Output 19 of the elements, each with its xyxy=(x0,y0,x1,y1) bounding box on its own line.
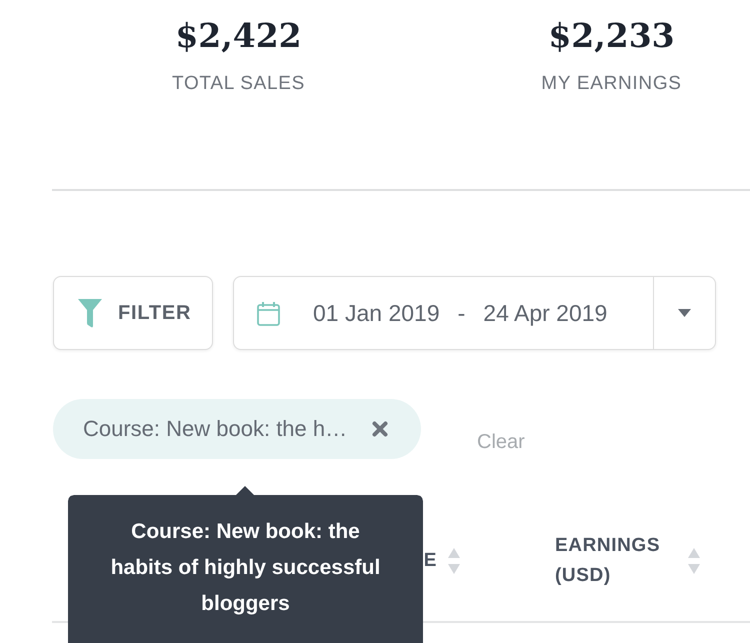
column-header[interactable]: E xyxy=(424,546,437,576)
calendar-icon xyxy=(257,300,280,326)
filter-button[interactable]: FILTER xyxy=(53,276,213,350)
tooltip-text: Course: New book: the habits of highly successful bloggers xyxy=(110,519,382,617)
end-date: 24 Apr 2019 xyxy=(483,300,608,326)
sort-icon xyxy=(687,546,701,576)
caret-icon xyxy=(678,309,691,317)
sort-icon xyxy=(447,546,461,576)
date-range-field[interactable]: 01 Jan 2019 - 24 Apr 2019 xyxy=(233,276,716,350)
filter-chip[interactable]: Course: New book: the h… xyxy=(53,399,421,459)
stat-value: $2,422 xyxy=(175,15,302,57)
column-header[interactable]: EARNINGS (USD) xyxy=(555,531,673,591)
start-date: 01 Jan 2019 xyxy=(313,300,440,326)
stat-label: MY EARNINGS xyxy=(541,72,682,96)
date-separator: - xyxy=(458,300,466,326)
stat-value: $2,233 xyxy=(548,15,675,57)
close-icon[interactable] xyxy=(372,421,388,437)
filter-icon xyxy=(78,298,102,328)
stat-label: TOTAL SALES xyxy=(172,72,305,96)
